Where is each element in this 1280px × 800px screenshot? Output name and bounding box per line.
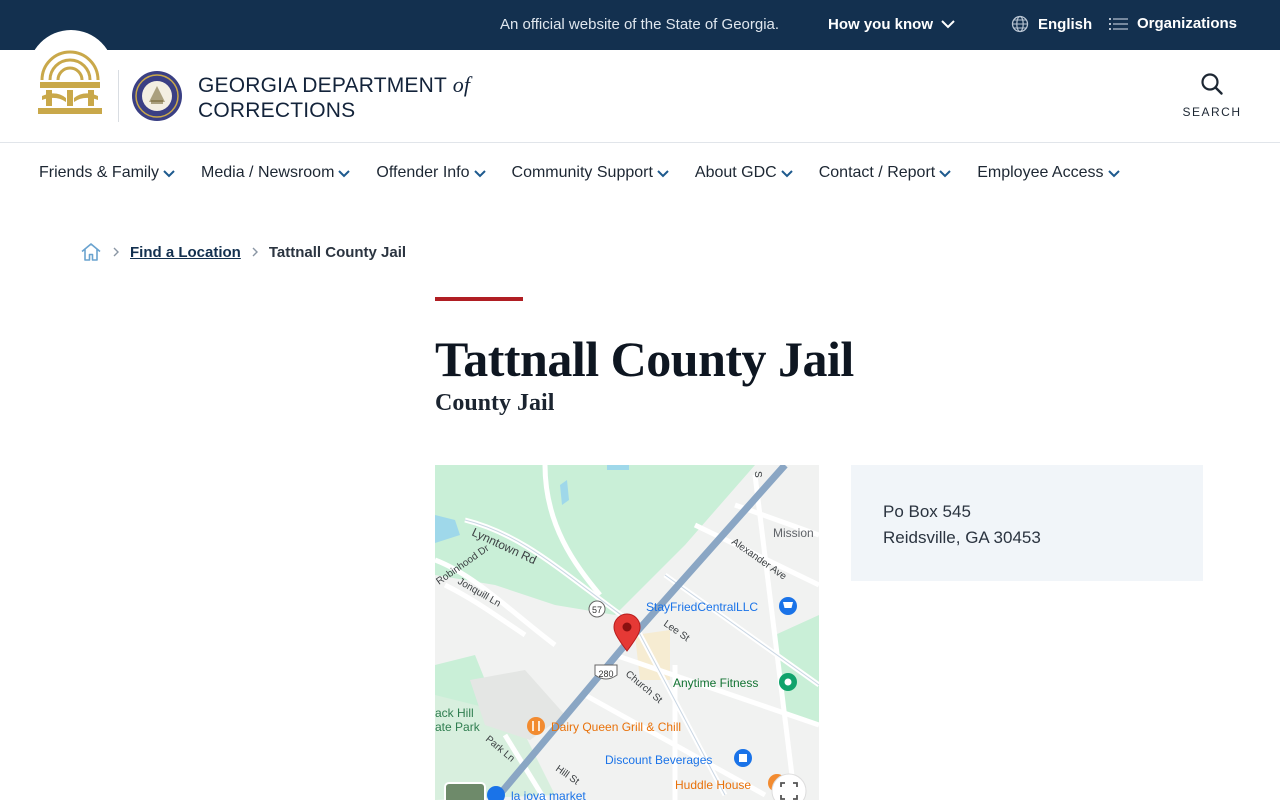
chevron-down-icon bbox=[473, 170, 486, 178]
shopping-cart-icon bbox=[783, 602, 793, 608]
language-selector[interactable]: English bbox=[1011, 15, 1092, 33]
title-accent-rule bbox=[435, 297, 523, 301]
chevron-down-icon bbox=[657, 170, 669, 178]
svg-text:Anytime Fitness: Anytime Fitness bbox=[673, 676, 758, 690]
address-line1: Po Box 545 bbox=[883, 502, 971, 521]
svg-text:280: 280 bbox=[598, 669, 613, 679]
nav-item-label: Employee Access bbox=[977, 164, 1104, 181]
chevron-down-icon bbox=[939, 170, 951, 178]
nav-item-contact-report[interactable]: Contact / Report bbox=[819, 164, 952, 182]
chevron-right-icon bbox=[252, 247, 258, 257]
nav-item-label: Contact / Report bbox=[818, 164, 936, 181]
svg-text:57: 57 bbox=[592, 605, 602, 615]
nav-item-label: Media / Newsroom bbox=[201, 164, 335, 181]
svg-text:StayFriedCentralLLC: StayFriedCentralLLC bbox=[646, 600, 758, 614]
department-name-line2: CORRECTIONS bbox=[198, 99, 356, 122]
home-icon[interactable] bbox=[80, 241, 102, 263]
store-icon bbox=[739, 754, 747, 762]
route-57-shield: 57 bbox=[588, 600, 606, 618]
globe-icon bbox=[1011, 15, 1029, 33]
nav-item-label: Offender Info bbox=[376, 164, 470, 181]
organizations-label: Organizations bbox=[1137, 15, 1238, 32]
search-button[interactable]: SEARCH bbox=[1180, 72, 1244, 119]
map-type-thumbnail[interactable] bbox=[444, 782, 486, 800]
breadcrumb-find-location-link[interactable]: Find a Location bbox=[130, 244, 241, 261]
address-line2: Reidsville, GA 30453 bbox=[883, 528, 1041, 547]
svg-text:la joya market: la joya market bbox=[511, 789, 586, 800]
header-divider bbox=[118, 70, 119, 122]
language-label: English bbox=[1038, 15, 1093, 33]
svg-text:Discount Beverages: Discount Beverages bbox=[605, 753, 712, 767]
nav-item-offender-info[interactable]: Offender Info bbox=[376, 164, 486, 182]
chevron-down-icon bbox=[1107, 170, 1120, 178]
breadcrumb-current: Tattnall County Jail bbox=[268, 243, 407, 261]
nav-item-community-support[interactable]: Community Support bbox=[512, 164, 669, 182]
nav-item-friends-family[interactable]: Friends & Family bbox=[39, 164, 175, 182]
svg-text:Huddle House: Huddle House bbox=[675, 778, 751, 792]
nav-item-employee-access[interactable]: Employee Access bbox=[977, 164, 1120, 182]
chevron-down-icon bbox=[163, 170, 175, 178]
search-icon bbox=[1201, 73, 1223, 95]
chevron-down-icon bbox=[941, 20, 955, 29]
route-280-shield: 280 bbox=[594, 664, 618, 680]
site-header: GEORGIA DEPARTMENT of CORRECTIONS SEARCH bbox=[0, 30, 1280, 143]
nav-item-about-gdc[interactable]: About GDC bbox=[695, 164, 793, 182]
breadcrumb: Find a Location Tattnall County Jail bbox=[80, 241, 406, 263]
department-name[interactable]: GEORGIA DEPARTMENT of CORRECTIONS bbox=[198, 72, 470, 123]
how-you-know-button[interactable]: How you know bbox=[828, 16, 955, 33]
department-seal-icon bbox=[132, 71, 182, 121]
fitness-icon bbox=[784, 678, 792, 686]
page-title: Tattnall County Jail bbox=[435, 331, 854, 387]
nav-item-media-newsroom[interactable]: Media / Newsroom bbox=[201, 164, 351, 182]
how-you-know-label: How you know bbox=[828, 16, 933, 33]
department-name-of: of bbox=[452, 72, 471, 97]
chevron-right-icon bbox=[113, 247, 119, 257]
page-subtitle: County Jail bbox=[435, 390, 555, 416]
search-label: SEARCH bbox=[1182, 105, 1242, 119]
official-website-text: An official website of the State of Geor… bbox=[500, 16, 780, 33]
location-map[interactable]: Lynntown Rd Robinhood Dr Jonquill Ln Mis… bbox=[435, 465, 819, 800]
poi-dairy-queen[interactable]: Dairy Queen Grill & Chill bbox=[527, 717, 681, 735]
map-label-mission: Mission bbox=[773, 526, 814, 540]
nav-item-label: Community Support bbox=[511, 164, 653, 181]
list-icon bbox=[1109, 17, 1128, 30]
chevron-down-icon bbox=[338, 170, 351, 178]
top-utility-bar: An official website of the State of Geor… bbox=[0, 0, 1280, 50]
map-label-s: S bbox=[752, 471, 763, 478]
chevron-down-icon bbox=[781, 170, 793, 178]
main-navigation: Friends & Family Media / Newsroom Offend… bbox=[0, 143, 1280, 205]
department-name-line1: GEORGIA DEPARTMENT bbox=[198, 74, 447, 97]
water-body bbox=[607, 465, 629, 470]
svg-text:Dairy Queen Grill & Chill: Dairy Queen Grill & Chill bbox=[551, 720, 681, 734]
georgia-arch-logo-icon[interactable] bbox=[36, 40, 104, 116]
nav-item-label: Friends & Family bbox=[39, 164, 160, 181]
address-card: Po Box 545 Reidsville, GA 30453 bbox=[851, 465, 1203, 581]
organizations-button[interactable]: Organizations bbox=[1109, 15, 1237, 32]
nav-item-label: About GDC bbox=[694, 164, 777, 181]
